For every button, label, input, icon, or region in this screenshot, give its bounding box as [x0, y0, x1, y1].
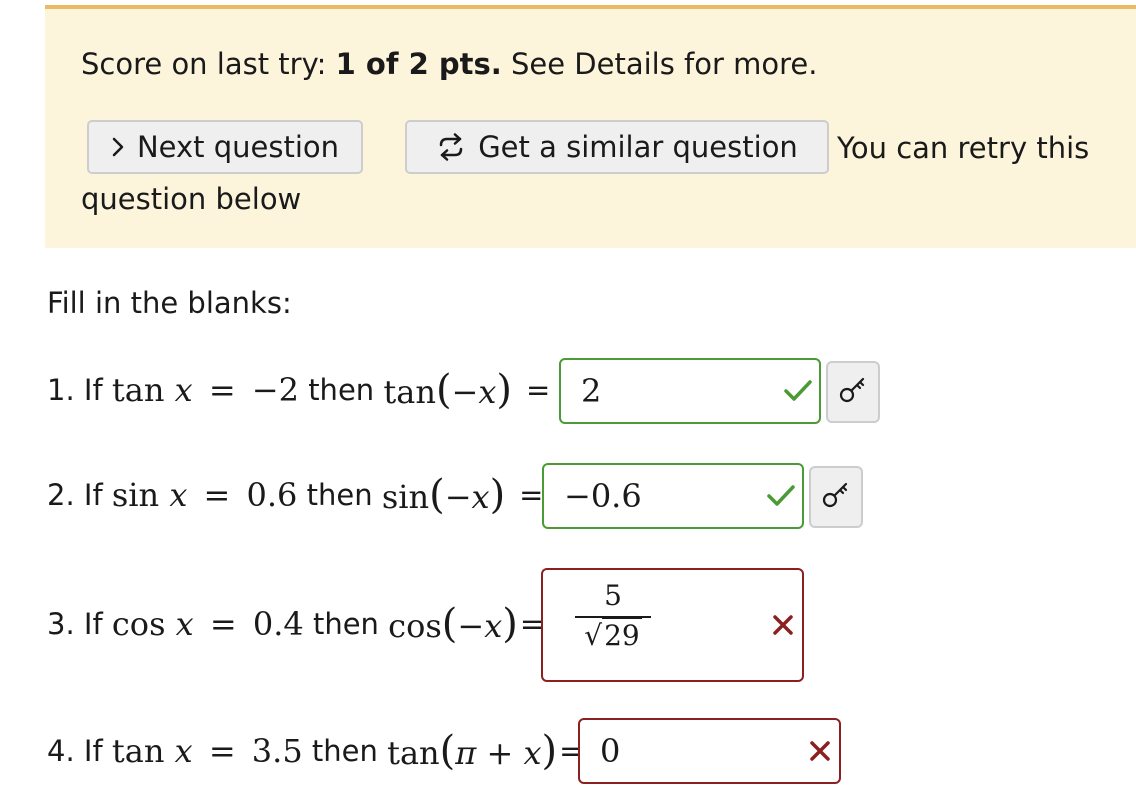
question-3: 3. If cos x = 0.4 then cos(−x) =	[47, 594, 544, 654]
score-suffix: See Details for more.	[501, 47, 818, 81]
question-label: 2. If	[47, 478, 103, 512]
question-label: 1. If	[47, 373, 103, 407]
instructions: Fill in the blanks:	[47, 286, 292, 320]
question-target: sin(−x)	[381, 471, 506, 518]
score-banner: Score on last try: 1 of 2 pts. See Detai…	[45, 5, 1136, 248]
chevron-right-icon	[111, 136, 125, 158]
refresh-icon	[436, 133, 466, 161]
key-icon	[821, 480, 851, 514]
x-icon	[772, 614, 794, 636]
equals-sign: =	[526, 373, 551, 407]
question-target: tan(−x)	[383, 366, 513, 413]
question-condition: tan x = −2	[111, 371, 299, 409]
check-icon	[766, 483, 796, 509]
answer-field-3[interactable]: 5 √29	[541, 568, 804, 682]
fraction-numerator: 5	[604, 579, 622, 612]
question-condition: sin x = 0.6	[111, 476, 298, 514]
question-target: cos(−x)	[388, 600, 518, 647]
fraction-denominator: √29	[584, 617, 642, 652]
question-target: tan(π + x)	[387, 727, 558, 774]
answer-fraction: 5 √29	[573, 579, 653, 652]
answer-value: 0	[600, 732, 621, 770]
key-icon	[838, 375, 868, 409]
equals-sign: =	[519, 478, 544, 512]
answer-value: 2	[581, 372, 602, 410]
score-summary: Score on last try: 1 of 2 pts. See Detai…	[81, 47, 817, 81]
question-1: 1. If tan x = −2 then tan(−x) =	[47, 360, 550, 420]
answer-field-4[interactable]: 0	[578, 718, 841, 784]
answer-key-button-2[interactable]	[809, 466, 863, 528]
question-condition: tan x = 3.5	[111, 732, 303, 770]
question-label: 3. If	[47, 607, 103, 641]
question-condition: cos x = 0.4	[111, 605, 304, 643]
then-text: then	[311, 734, 378, 768]
check-icon	[783, 378, 813, 404]
answer-value: −0.6	[564, 477, 642, 515]
score-prefix: Score on last try:	[81, 47, 336, 81]
question-2: 2. If sin x = 0.6 then sin(−x) =	[47, 465, 543, 525]
question-label: 4. If	[47, 734, 103, 768]
retry-note-line2: question below	[81, 182, 302, 216]
sqrt-radicand: 29	[602, 617, 642, 652]
next-question-button[interactable]: Next question	[87, 120, 363, 174]
question-4: 4. If tan x = 3.5 then tan(π + x) =	[47, 721, 583, 781]
x-icon	[809, 740, 831, 762]
then-text: then	[306, 478, 373, 512]
similar-question-button[interactable]: Get a similar question	[405, 120, 829, 174]
next-question-label: Next question	[136, 130, 340, 164]
answer-field-2[interactable]: −0.6	[542, 463, 804, 529]
score-value: 1 of 2 pts.	[335, 47, 502, 81]
then-text: then	[312, 607, 379, 641]
answer-key-button-1[interactable]	[826, 361, 880, 423]
then-text: then	[308, 373, 375, 407]
answer-field-1[interactable]: 2	[559, 358, 821, 424]
similar-question-label: Get a similar question	[478, 130, 798, 164]
retry-note-line1: You can retry this	[837, 131, 1090, 165]
